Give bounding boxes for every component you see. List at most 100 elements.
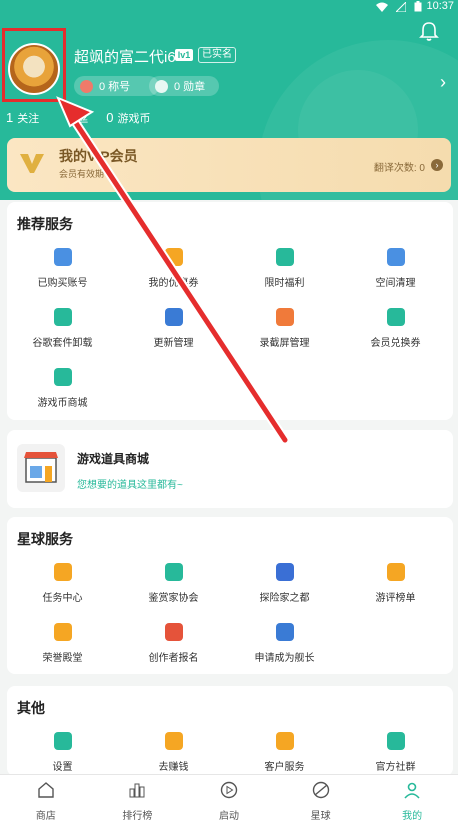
- shop-storefront-icon: [17, 444, 65, 492]
- service-item[interactable]: 已购买账号: [7, 242, 118, 302]
- service-item[interactable]: 鉴赏家协会: [118, 557, 229, 617]
- level-badge: lv1: [175, 49, 193, 61]
- vip-go-icon[interactable]: ›: [431, 159, 443, 171]
- service-item-label: 荣誉殿堂: [42, 653, 83, 664]
- service-item-label: 官方社群: [375, 762, 416, 773]
- tab-label: 星球: [310, 811, 331, 820]
- title-count: 0 称号: [99, 81, 131, 93]
- service-item-icon: [275, 563, 294, 581]
- service-item-icon: [275, 623, 294, 641]
- fans-stat[interactable]: 丝: [77, 110, 88, 126]
- service-item-icon: [164, 732, 183, 750]
- planet-icon: [312, 781, 329, 799]
- service-item-icon: [386, 563, 405, 581]
- other-services-card: 其他 设置 去赚钱 客户服务 官方社群: [7, 686, 453, 776]
- medal-pill[interactable]: 0 勋章: [149, 76, 219, 96]
- shop-title: 游戏道具商城: [77, 452, 150, 466]
- service-item-icon: [53, 623, 72, 641]
- service-item-icon: [53, 248, 72, 266]
- section-title: 星球服务: [17, 531, 73, 547]
- service-item[interactable]: 创作者报名: [118, 617, 229, 677]
- service-item-label: 录截屏管理: [259, 338, 310, 349]
- service-item[interactable]: 我的优惠券: [118, 242, 229, 302]
- service-item-icon: [386, 732, 405, 750]
- vip-banner[interactable]: 我的VIP会员 会员有效期 翻译次数: 0 ›: [7, 138, 451, 192]
- annotation-highlight-box: [2, 28, 66, 102]
- planet-services-card: 星球服务 任务中心 鉴赏家协会 探险家之都 游评榜单荣誉殿堂 创作者报名 申请成为舰长: [7, 517, 453, 674]
- service-item-label: 探险家之都: [259, 593, 310, 604]
- service-item[interactable]: 申请成为舰长: [229, 617, 340, 677]
- battery-icon: [414, 1, 422, 12]
- service-item-icon: [275, 248, 294, 266]
- profile-chevron-right-icon[interactable]: ›: [440, 72, 446, 93]
- tab-label: 启动: [218, 811, 239, 820]
- prop-shop-card[interactable]: 游戏道具商城 您想要的道具这里都有~: [7, 430, 453, 508]
- service-item-icon: [275, 308, 294, 326]
- service-item-label: 更新管理: [153, 338, 194, 349]
- service-item-label: 客户服务: [264, 762, 305, 773]
- heart-icon: [80, 79, 93, 93]
- service-item[interactable]: 任务中心: [7, 557, 118, 617]
- service-item-label: 谷歌套件卸载: [32, 338, 93, 349]
- vip-subtitle: 会员有效期: [59, 169, 105, 179]
- username[interactable]: 超飒的富二代i6: [74, 46, 176, 67]
- service-item-icon: [53, 732, 72, 750]
- service-item-label: 任务中心: [42, 593, 83, 604]
- service-item-icon: [164, 623, 183, 641]
- service-item-icon: [275, 732, 294, 750]
- service-item[interactable]: 更新管理: [118, 302, 229, 362]
- service-item-icon: [164, 248, 183, 266]
- coins-stat[interactable]: 0 游戏币: [106, 110, 150, 126]
- service-item-icon: [164, 308, 183, 326]
- recommend-services-card: 推荐服务 已购买账号 我的优惠券 限时福利 空间清理谷歌套件卸载 更新管理 录截屏管理 会员…: [7, 202, 453, 420]
- service-item-label: 鉴赏家协会: [148, 593, 199, 604]
- tab-store[interactable]: 商店: [0, 775, 92, 820]
- service-item[interactable]: 限时福利: [229, 242, 340, 302]
- user-icon: [404, 782, 420, 799]
- notification-bell-icon[interactable]: [418, 20, 440, 42]
- tab-ranking[interactable]: 排行榜: [92, 775, 184, 820]
- status-bar: 10:37: [0, 0, 458, 14]
- section-title: 推荐服务: [17, 216, 73, 232]
- service-item-label: 空间清理: [375, 278, 416, 289]
- service-item-label: 游评榜单: [375, 593, 416, 604]
- tab-planet[interactable]: 星球: [275, 775, 367, 820]
- service-item[interactable]: 游戏币商城: [7, 362, 118, 422]
- title-pill[interactable]: 0 称号: [74, 76, 159, 96]
- translate-count: 翻译次数: 0: [373, 163, 425, 174]
- service-item-icon: [386, 248, 405, 266]
- profile-stats: 1 关注 丝 0 游戏币: [6, 110, 150, 126]
- service-item[interactable]: 探险家之都: [229, 557, 340, 617]
- verified-badge: 已实名: [198, 47, 236, 63]
- bottom-tab-bar: 商店 排行榜 启动 星球 我的: [0, 774, 458, 820]
- service-item-label: 游戏币商城: [37, 398, 88, 409]
- tab-label: 排行榜: [122, 811, 153, 820]
- home-icon: [38, 782, 54, 798]
- service-item-label: 创作者报名: [148, 653, 199, 664]
- service-item[interactable]: 空间清理: [340, 242, 451, 302]
- service-item-label: 设置: [52, 762, 73, 773]
- tab-label: 我的: [402, 811, 423, 820]
- service-item[interactable]: 游评榜单: [340, 557, 451, 617]
- service-item[interactable]: 谷歌套件卸载: [7, 302, 118, 362]
- service-item-label: 限时福利: [264, 278, 305, 289]
- service-item-icon: [386, 308, 405, 326]
- follow-stat[interactable]: 1 关注: [6, 110, 39, 126]
- service-item-label: 我的优惠券: [148, 278, 199, 289]
- shop-subtitle: 您想要的道具这里都有~: [77, 480, 183, 491]
- tab-launch[interactable]: 启动: [183, 775, 275, 820]
- medal-count: 0 勋章: [174, 81, 206, 93]
- vip-v-icon: [20, 154, 44, 173]
- service-item-icon: [164, 563, 183, 581]
- service-item-label: 申请成为舰长: [254, 653, 315, 664]
- tab-label: 商店: [35, 811, 56, 820]
- service-item-label: 已购买账号: [37, 278, 88, 289]
- wifi-icon: [376, 2, 388, 12]
- tab-mine[interactable]: 我的: [366, 775, 458, 820]
- service-item[interactable]: 录截屏管理: [229, 302, 340, 362]
- service-item[interactable]: 会员兑换券: [340, 302, 451, 362]
- service-item[interactable]: 荣誉殿堂: [7, 617, 118, 677]
- service-item-label: 去赚钱: [158, 762, 189, 773]
- section-title: 其他: [17, 700, 45, 716]
- signal-icon: [396, 1, 406, 12]
